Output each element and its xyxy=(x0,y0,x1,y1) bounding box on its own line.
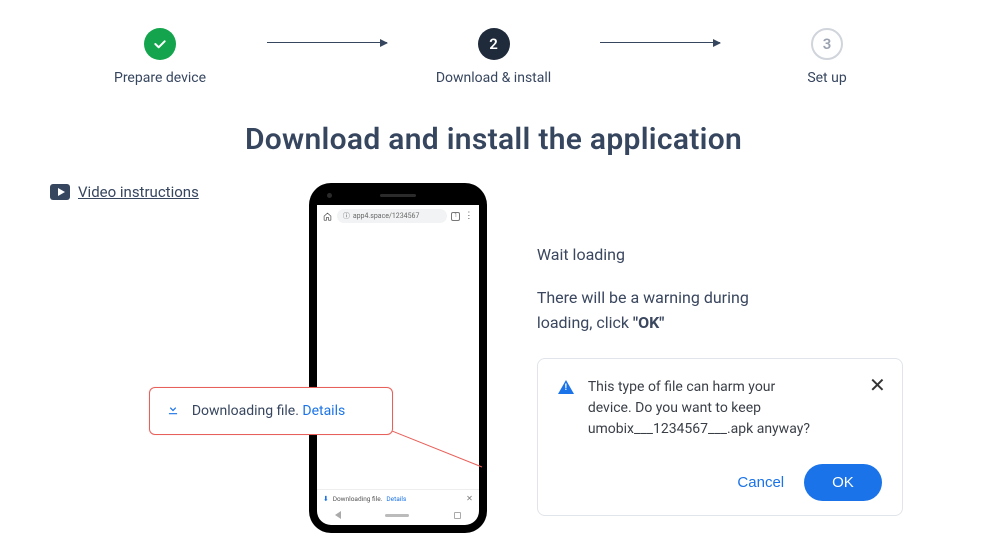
kebab-menu-icon: ⋮ xyxy=(464,211,473,221)
step-set-up: 3 Set up xyxy=(767,28,887,86)
step-number-active: 2 xyxy=(478,28,510,60)
warning-triangle-icon xyxy=(558,380,574,394)
close-icon[interactable]: ✕ xyxy=(869,375,886,395)
step-prepare-device: Prepare device xyxy=(100,28,220,86)
step-label: Download & install xyxy=(436,70,551,86)
video-instructions-link[interactable]: Video instructions xyxy=(50,183,199,201)
back-icon xyxy=(335,511,341,519)
home-pill-icon xyxy=(385,514,409,517)
step-download-install: 2 Download & install xyxy=(434,28,554,86)
wait-loading-text: Wait loading xyxy=(537,245,937,264)
content-area: Video instructions ⓘ app4.space/1234567 … xyxy=(0,183,987,533)
phone-mockup: ⓘ app4.space/1234567 1 ⋮ ⬇ Downloading f… xyxy=(309,183,487,533)
step-number-pending: 3 xyxy=(811,28,843,60)
download-text: Downloading file. xyxy=(333,495,383,503)
recent-icon xyxy=(454,512,461,519)
page-title: Download and install the application xyxy=(0,122,987,157)
download-callout: Downloading file. Details xyxy=(149,387,393,435)
phone-screen: ⓘ app4.space/1234567 1 ⋮ ⬇ Downloading f… xyxy=(317,205,479,525)
warning-instruction-text: There will be a warning during loading, … xyxy=(537,286,797,336)
step-check-icon xyxy=(144,28,176,60)
browser-address-bar: ⓘ app4.space/1234567 1 ⋮ xyxy=(317,205,479,227)
ok-button[interactable]: OK xyxy=(804,464,882,501)
step-label: Prepare device xyxy=(114,70,206,86)
phone-nav-bar xyxy=(317,507,479,525)
details-link: Details xyxy=(386,495,406,503)
stepper-arrow xyxy=(554,28,768,43)
callout-details-link: Details xyxy=(302,403,345,419)
step-label: Set up xyxy=(807,70,846,86)
cancel-button[interactable]: Cancel xyxy=(737,474,784,491)
home-icon xyxy=(323,211,333,221)
harm-warning-dialog: ✕ This type of file can harm your device… xyxy=(537,358,903,516)
download-icon: ⬇ xyxy=(323,495,329,503)
setup-stepper: Prepare device 2 Download & install 3 Se… xyxy=(0,0,987,86)
play-icon xyxy=(50,184,70,200)
info-icon: ⓘ xyxy=(343,211,350,221)
url-field: ⓘ app4.space/1234567 xyxy=(337,209,448,223)
video-link-label: Video instructions xyxy=(78,183,199,201)
dialog-message: This type of file can harm your device. … xyxy=(588,377,818,440)
url-text: app4.space/1234567 xyxy=(353,212,420,220)
tab-count-icon: 1 xyxy=(451,212,460,221)
stepper-arrow xyxy=(220,28,434,43)
callout-text: Downloading file. Details xyxy=(192,403,345,419)
download-icon xyxy=(166,402,180,420)
phone-download-toast: ⬇ Downloading file. Details ✕ xyxy=(317,489,479,507)
close-icon: ✕ xyxy=(466,494,473,503)
instructions-column: Wait loading There will be a warning dur… xyxy=(537,183,937,516)
